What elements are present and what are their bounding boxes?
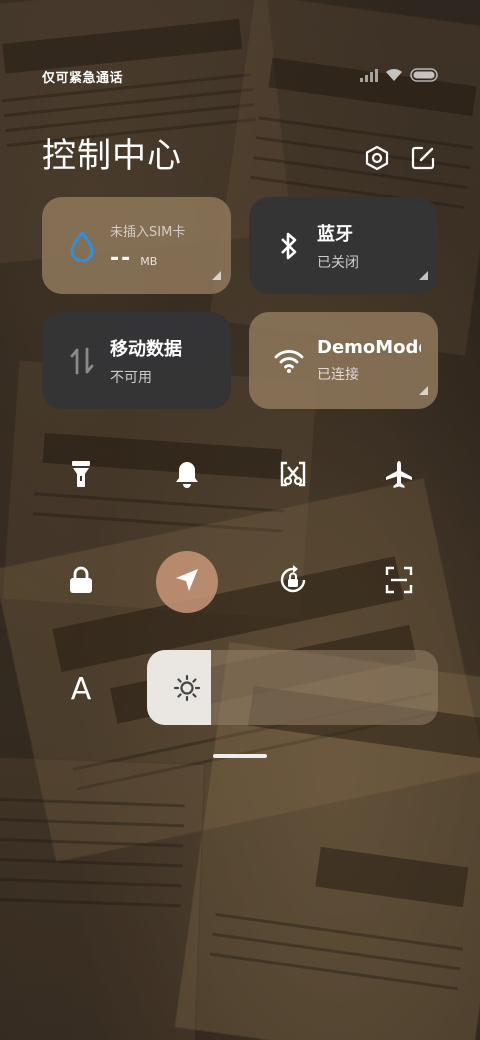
expand-corner-icon xyxy=(212,271,221,280)
bluetooth-status: 已关闭 xyxy=(317,254,359,271)
scanner-toggle[interactable] xyxy=(368,551,430,613)
battery-icon xyxy=(410,67,438,86)
expand-corner-icon xyxy=(419,386,428,395)
edit-icon xyxy=(410,145,436,175)
airplane-icon xyxy=(384,459,414,493)
flashlight-toggle[interactable] xyxy=(50,445,112,507)
data-usage-unit: MB xyxy=(140,254,158,268)
screenshot-scissors-icon xyxy=(278,459,308,493)
water-drop-icon xyxy=(66,230,98,262)
wifi-tile[interactable]: DemoMode 已连接 xyxy=(249,312,438,409)
wifi-icon xyxy=(385,67,403,86)
font-size-button[interactable]: A xyxy=(62,664,100,714)
signal-icon xyxy=(360,67,378,86)
expand-corner-icon xyxy=(419,271,428,280)
rotate-lock-icon xyxy=(277,564,309,600)
carrier-status-text: 仅可紧急通话 xyxy=(42,70,124,86)
bluetooth-label: 蓝牙 xyxy=(317,223,353,245)
data-arrows-icon xyxy=(66,345,98,377)
screenshot-toggle[interactable] xyxy=(262,445,324,507)
auto-rotate-toggle[interactable] xyxy=(262,551,324,613)
lock-screen-toggle[interactable] xyxy=(50,551,112,613)
settings-button[interactable] xyxy=(363,145,391,175)
sun-icon xyxy=(173,674,201,702)
mobile-data-tile[interactable]: 移动数据 不可用 xyxy=(42,312,231,409)
wifi-icon xyxy=(273,345,305,377)
silent-toggle[interactable] xyxy=(156,445,218,507)
brightness-slider[interactable] xyxy=(147,650,438,725)
bluetooth-tile[interactable]: 蓝牙 已关闭 xyxy=(249,197,438,294)
data-usage-value: -- xyxy=(110,245,133,271)
sim-label: 未插入SIM卡 xyxy=(110,224,186,240)
drag-handle[interactable] xyxy=(213,754,267,758)
location-arrow-icon xyxy=(173,566,201,598)
flashlight-icon xyxy=(70,459,92,493)
settings-hex-icon xyxy=(364,145,390,175)
wifi-network-name: DemoMode xyxy=(317,337,421,358)
mobile-data-label: 移动数据 xyxy=(110,338,182,360)
bell-icon xyxy=(173,459,201,493)
status-bar: 仅可紧急通话 xyxy=(42,64,438,88)
airplane-toggle[interactable] xyxy=(368,445,430,507)
page-title: 控制中心 xyxy=(42,136,182,176)
scan-icon xyxy=(384,565,414,599)
location-toggle[interactable] xyxy=(156,551,218,613)
lock-icon xyxy=(67,565,95,599)
sim-data-tile[interactable]: 未插入SIM卡 -- MB xyxy=(42,197,231,294)
wifi-status: 已连接 xyxy=(317,367,359,383)
edit-button[interactable] xyxy=(409,146,437,174)
mobile-data-status: 不可用 xyxy=(110,369,152,386)
bluetooth-icon xyxy=(273,230,305,262)
